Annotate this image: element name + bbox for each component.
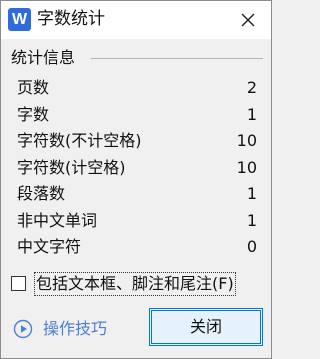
close-button[interactable]: 关闭 (149, 308, 263, 346)
word-count-dialog: W 字数统计 统计信息 页数 2 字数 1 字符数(不计空格) 10 字符数(计… (0, 0, 272, 359)
stat-value: 2 (246, 78, 257, 97)
stat-value: 10 (236, 157, 257, 177)
title-bar: W 字数统计 (1, 1, 271, 39)
include-textboxes-label[interactable]: 包括文本框、脚注和尾注(F) (34, 272, 236, 296)
stat-row-chars-with-spaces: 字符数(计空格) 10 (17, 155, 257, 182)
stat-value: 10 (236, 131, 257, 150)
stat-label: 段落数 (17, 184, 66, 203)
play-circle-icon (13, 319, 33, 339)
include-textboxes-checkbox[interactable] (11, 276, 26, 291)
stat-value: 1 (246, 104, 257, 124)
dialog-title: 字数统计 (37, 9, 105, 29)
stat-label: 中文字符 (17, 237, 82, 256)
stat-label: 字数 (17, 104, 50, 124)
tips-label[interactable]: 操作技巧 (43, 317, 107, 341)
stat-label: 字符数(计空格) (17, 157, 126, 177)
close-icon[interactable] (235, 7, 261, 33)
stat-row-chars-no-spaces: 字符数(不计空格) 10 (17, 128, 257, 155)
wps-writer-icon: W (8, 8, 31, 31)
stat-label: 页数 (17, 78, 50, 97)
stat-row-chinese-chars: 中文字符 0 (17, 234, 257, 261)
stat-row-paragraphs: 段落数 1 (17, 181, 257, 208)
stat-label: 字符数(不计空格) (17, 131, 142, 150)
statistics-group: 统计信息 页数 2 字数 1 字符数(不计空格) 10 字符数(计空格) 10 … (7, 47, 265, 265)
stat-row-pages: 页数 2 (17, 75, 257, 102)
stat-row-words: 字数 1 (17, 102, 257, 129)
stat-value: 0 (246, 237, 257, 256)
stat-label: 非中文单词 (17, 210, 98, 230)
stat-value: 1 (246, 184, 257, 203)
group-title: 统计信息 (11, 48, 76, 67)
group-divider (91, 58, 263, 59)
stat-value: 1 (246, 210, 257, 230)
stat-row-non-chinese-words: 非中文单词 1 (17, 208, 257, 235)
statistics-list: 页数 2 字数 1 字符数(不计空格) 10 字符数(计空格) 10 段落数 1… (17, 75, 257, 261)
